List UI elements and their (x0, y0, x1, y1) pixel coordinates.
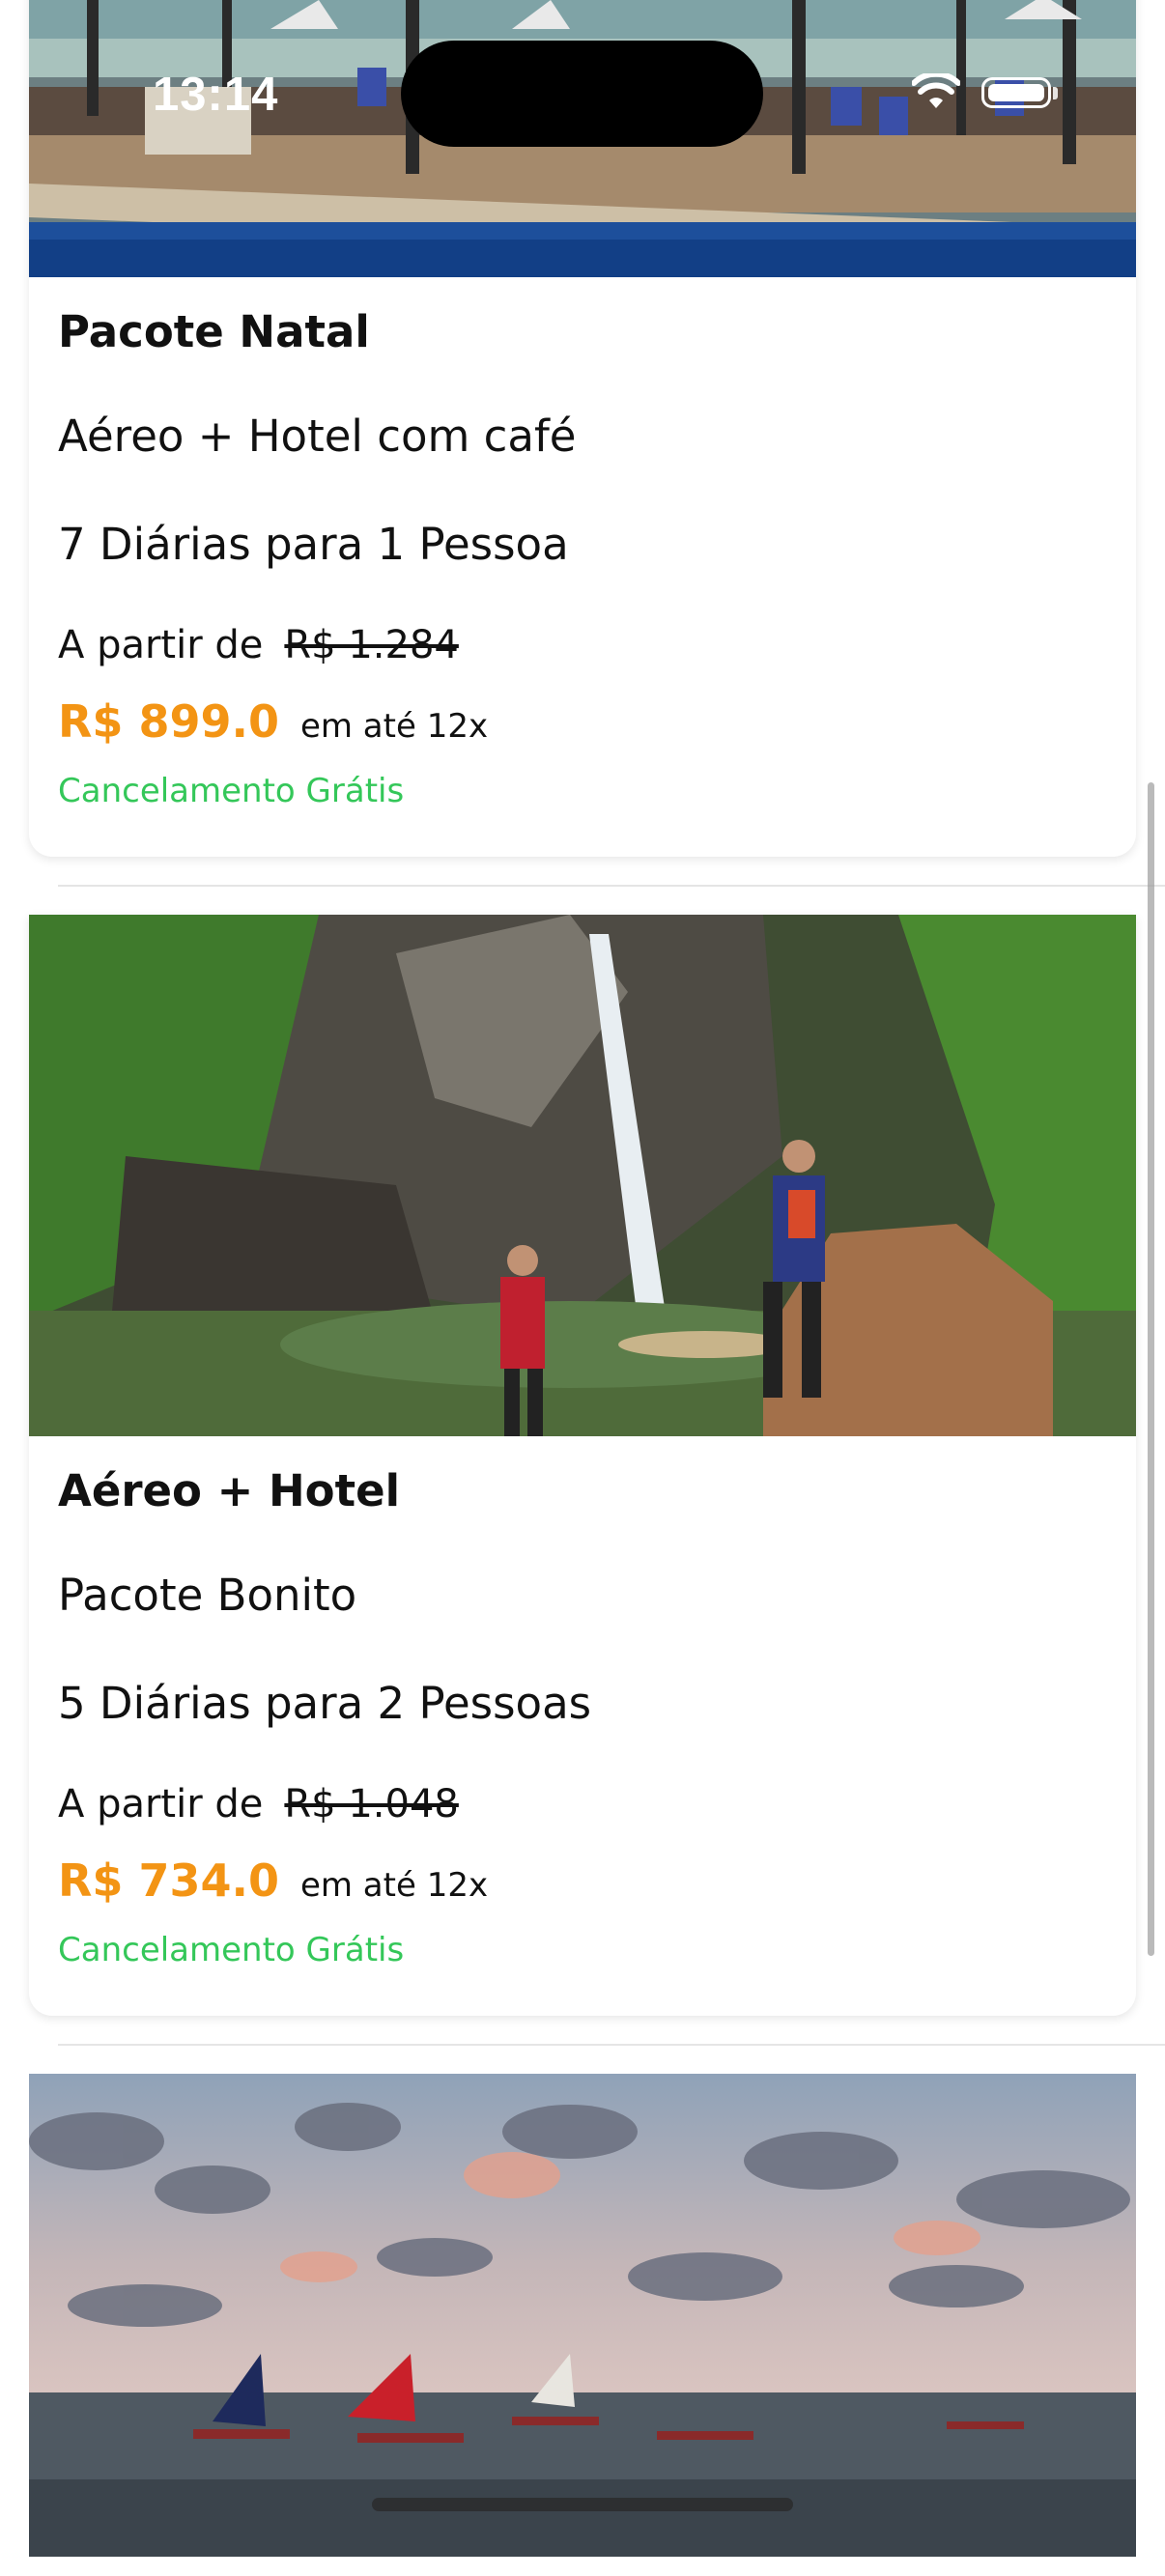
waterfall-image (29, 915, 1136, 1436)
old-price: R$ 1.284 (284, 623, 459, 667)
card-title: Pacote Natal (58, 306, 370, 357)
from-price-row: A partir de R$ 1.048 (58, 1782, 459, 1826)
current-price: R$ 734.0 (58, 1854, 279, 1907)
package-duration: 7 Diárias para 1 Pessoa (58, 519, 569, 570)
battery-tip (1053, 87, 1058, 99)
list-divider (58, 2044, 1165, 2046)
price-row: R$ 899.0 em até 12x (58, 695, 488, 748)
from-price-row: A partir de R$ 1.284 (58, 623, 459, 667)
installments-text: em até 12x (299, 1866, 489, 1905)
package-card-bonito[interactable]: Aéreo + Hotel Pacote Bonito 5 Diárias pa… (29, 915, 1136, 2016)
free-cancellation-label: Cancelamento Grátis (58, 772, 405, 810)
from-label: A partir de (58, 623, 264, 667)
home-indicator[interactable] (372, 2498, 793, 2511)
sailboats-beach-image (29, 2074, 1136, 2557)
installments-text: em até 12x (299, 707, 489, 746)
scrollbar[interactable] (1148, 782, 1154, 1956)
from-label: A partir de (58, 1782, 264, 1826)
current-price: R$ 899.0 (58, 695, 279, 748)
list-divider (58, 885, 1165, 887)
card-title: Aéreo + Hotel (58, 1465, 401, 1516)
status-time: 13:14 (153, 69, 279, 121)
package-description: Pacote Bonito (58, 1570, 357, 1621)
free-cancellation-label: Cancelamento Grátis (58, 1931, 405, 1969)
package-description: Aéreo + Hotel com café (58, 410, 577, 462)
package-duration: 5 Diárias para 2 Pessoas (58, 1678, 592, 1729)
wifi-icon (912, 73, 960, 108)
old-price: R$ 1.048 (284, 1782, 459, 1826)
battery-icon (981, 77, 1051, 108)
price-row: R$ 734.0 em até 12x (58, 1854, 488, 1907)
dynamic-island (401, 41, 763, 147)
